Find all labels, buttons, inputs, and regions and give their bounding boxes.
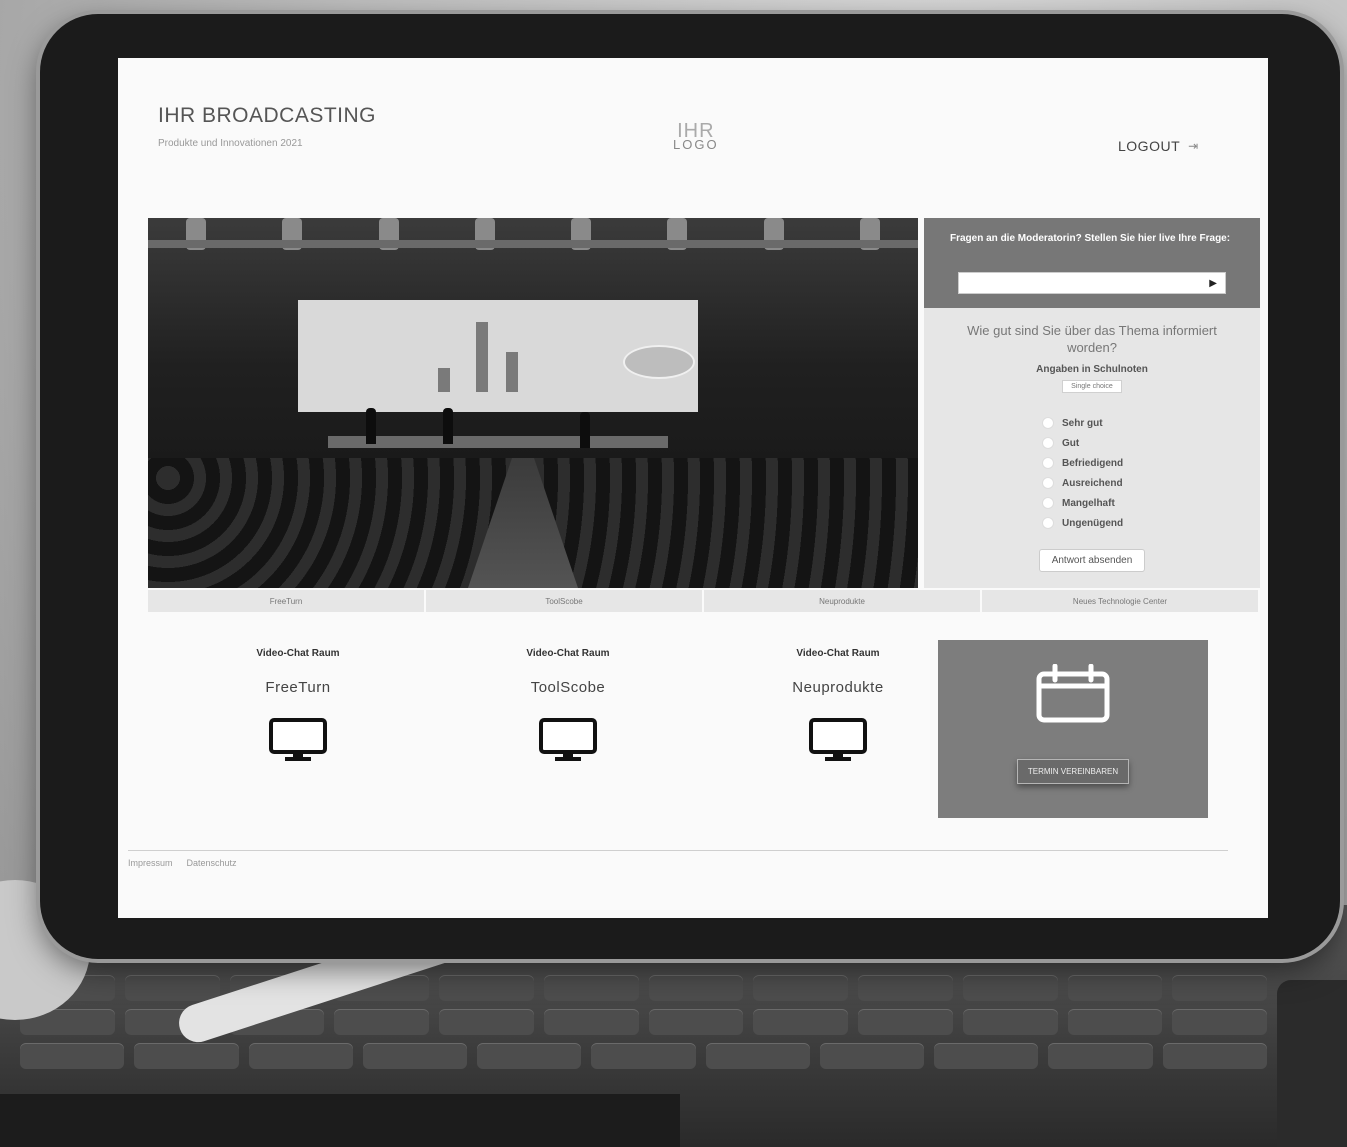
poll-option-label: Gut xyxy=(1062,437,1080,449)
tab-technologie-center[interactable]: Neues Technologie Center xyxy=(982,590,1258,612)
radio-button[interactable] xyxy=(1042,457,1054,469)
monitor-icon[interactable] xyxy=(269,718,327,762)
poll-option[interactable]: Sehr gut xyxy=(1042,413,1142,433)
poll-options: Sehr gut Gut Befriedigend Ausreichend Ma… xyxy=(1042,413,1142,533)
logout-label: LOGOUT xyxy=(1118,138,1181,154)
video-chat-room: Video-Chat Raum FreeTurn xyxy=(198,648,398,767)
calendar-icon xyxy=(1036,663,1110,723)
overlay-bar xyxy=(0,1094,680,1147)
radio-button[interactable] xyxy=(1042,417,1054,429)
poll-option-label: Ungenügend xyxy=(1062,517,1124,529)
footer-link-impressum[interactable]: Impressum xyxy=(128,858,173,868)
logo: IHR LOGO xyxy=(673,120,719,152)
livestream-video[interactable] xyxy=(148,218,918,588)
question-panel: Fragen an die Moderatorin? Stellen Sie h… xyxy=(924,218,1260,588)
stage-lights xyxy=(148,218,918,278)
poll-option[interactable]: Befriedigend xyxy=(1042,453,1142,473)
stream-tabs: FreeTurn ToolScobe Neuprodukte Neues Tec… xyxy=(148,590,1258,612)
poll-badge: Single choice xyxy=(1062,380,1122,393)
logout-button[interactable]: LOGOUT ⇥ xyxy=(1118,138,1199,154)
room-kicker: Video-Chat Raum xyxy=(796,648,880,659)
room-kicker: Video-Chat Raum xyxy=(256,648,340,659)
submit-answer-button[interactable]: Antwort absenden xyxy=(1038,549,1146,572)
phone xyxy=(1277,980,1347,1147)
video-chat-room: Video-Chat Raum ToolScobe xyxy=(468,648,668,767)
question-prompt: Fragen an die Moderatorin? Stellen Sie h… xyxy=(950,233,1231,244)
poll-option[interactable]: Gut xyxy=(1042,433,1142,453)
footer: Impressum Datenschutz xyxy=(128,858,237,868)
tab-neuprodukte[interactable]: Neuprodukte xyxy=(704,590,980,612)
room-name: ToolScobe xyxy=(530,679,606,696)
radio-button[interactable] xyxy=(1042,517,1054,529)
question-header: Fragen an die Moderatorin? Stellen Sie h… xyxy=(924,218,1260,308)
poll-note: Angaben in Schulnoten xyxy=(1036,364,1148,375)
poll-option-label: Sehr gut xyxy=(1062,417,1103,429)
room-name: FreeTurn xyxy=(265,679,331,696)
stage-truss xyxy=(148,240,918,248)
poll-option-label: Befriedigend xyxy=(1062,457,1124,469)
page-subtitle: Produkte und Innovationen 2021 xyxy=(158,138,303,149)
footer-divider xyxy=(128,850,1228,851)
projection-screen xyxy=(298,300,698,412)
poll-option-label: Ausreichend xyxy=(1062,477,1123,489)
logo-text-bottom: LOGO xyxy=(673,137,719,152)
keyboard-row xyxy=(20,1043,1267,1069)
poll-title: Wie gut sind Sie über das Thema informie… xyxy=(967,323,1217,355)
radio-button[interactable] xyxy=(1042,477,1054,489)
radio-button[interactable] xyxy=(1042,437,1054,449)
tab-toolscobe[interactable]: ToolScobe xyxy=(426,590,702,612)
book-appointment-button[interactable]: TERMIN VEREINBAREN xyxy=(1016,759,1130,784)
question-input[interactable]: ▶ xyxy=(958,272,1226,294)
poll-option[interactable]: Ungenügend xyxy=(1042,513,1142,533)
monitor-icon[interactable] xyxy=(539,718,597,762)
tab-freeturn[interactable]: FreeTurn xyxy=(148,590,424,612)
tablet-screen: IHR BROADCASTING Produkte und Innovation… xyxy=(118,58,1268,918)
monitor-icon[interactable] xyxy=(809,718,867,762)
play-icon[interactable]: ▶ xyxy=(1209,278,1217,289)
room-kicker: Video-Chat Raum xyxy=(526,648,610,659)
logo-text-top: IHR xyxy=(677,120,715,142)
footer-link-datenschutz[interactable]: Datenschutz xyxy=(187,858,237,868)
appointment-panel: TERMIN VEREINBAREN xyxy=(938,640,1208,818)
speaker-figure xyxy=(580,412,590,448)
keyboard-row xyxy=(20,975,1267,1001)
poll-option[interactable]: Ausreichend xyxy=(1042,473,1142,493)
video-chat-room: Video-Chat Raum Neuprodukte xyxy=(738,648,938,767)
poll: Wie gut sind Sie über das Thema informie… xyxy=(924,308,1260,572)
speaker-figure xyxy=(443,408,453,444)
radio-button[interactable] xyxy=(1042,497,1054,509)
tablet-frame: IHR BROADCASTING Produkte und Innovation… xyxy=(40,14,1340,959)
poll-option[interactable]: Mangelhaft xyxy=(1042,493,1142,513)
poll-option-label: Mangelhaft xyxy=(1062,497,1115,509)
stage xyxy=(328,436,668,448)
room-name: Neuprodukte xyxy=(792,679,884,696)
logout-arrow-icon: ⇥ xyxy=(1188,139,1199,153)
speaker-figure xyxy=(366,408,376,444)
page-title: IHR BROADCASTING xyxy=(158,104,377,127)
